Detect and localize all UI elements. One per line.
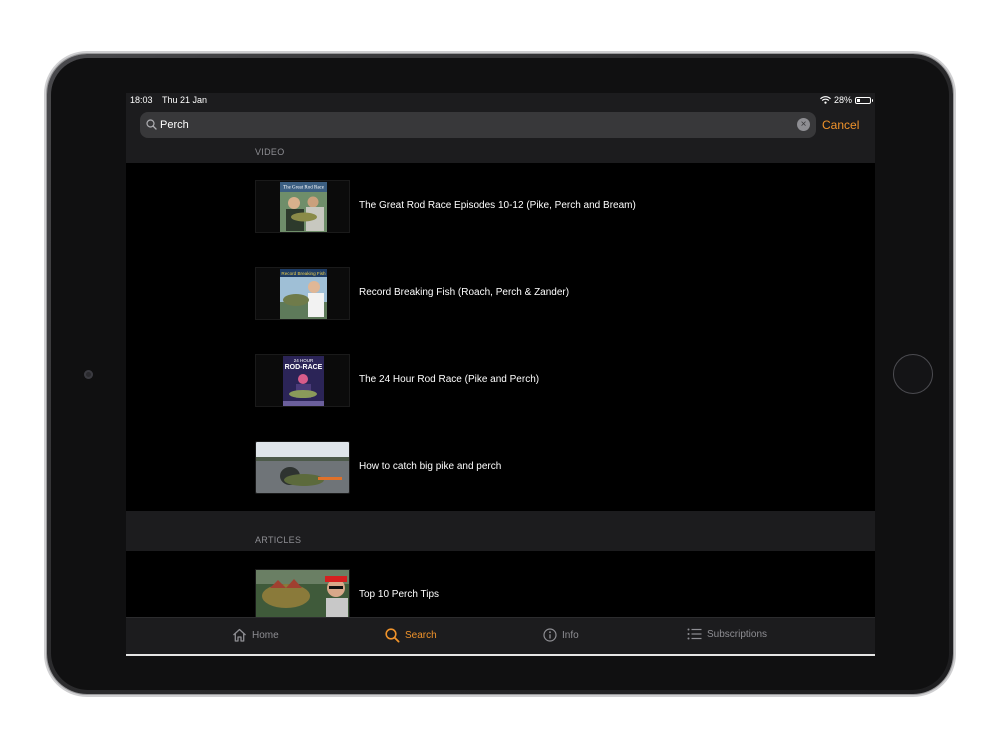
front-camera [84, 370, 93, 379]
tab-label: Info [562, 629, 579, 641]
tab-bar: Home Search Info Subscriptions [126, 617, 875, 654]
tab-label: Subscriptions [707, 628, 768, 640]
status-date: Thu 21 Jan [162, 95, 208, 105]
tab-label: Search [405, 630, 437, 641]
video-thumbnail: The Great Rod Race [255, 180, 350, 233]
status-indicators: 28% [820, 95, 873, 105]
section-header-articles: ARTICLES [126, 511, 875, 551]
section-title: ARTICLES [255, 535, 302, 545]
app-screen: 18:03 Thu 21 Jan 28% × Cancel VID [126, 93, 875, 656]
section-title: VIDEO [255, 147, 285, 157]
thumb-caption: The Great Rod Race [283, 186, 325, 191]
battery-percent: 28% [833, 95, 852, 105]
tab-label: Home [252, 629, 279, 641]
cancel-button[interactable]: Cancel [822, 118, 859, 132]
article-thumbnail [255, 569, 350, 622]
tab-search[interactable]: Search [385, 628, 437, 643]
screen-bottom-edge [126, 654, 875, 656]
section-header-video: VIDEO [126, 143, 875, 163]
video-title: Record Breaking Fish (Roach, Perch & Zan… [359, 287, 570, 298]
info-icon [543, 628, 557, 642]
article-title: Top 10 Perch Tips [359, 589, 440, 600]
status-bar: 18:03 Thu 21 Jan 28% [126, 93, 875, 108]
video-thumbnail: Record Breaking Fish [255, 267, 350, 320]
search-input[interactable] [160, 115, 780, 135]
thumb-caption-top: 24 HOUR [294, 358, 314, 363]
video-thumbnail: 24 HOUR ROD-RACE [255, 354, 350, 407]
battery-icon [855, 96, 873, 104]
thumb-caption-main: ROD-RACE [285, 364, 323, 371]
list-item[interactable]: 24 HOUR ROD-RACE The 24 Hour Rod Race (P… [126, 354, 875, 441]
list-item[interactable]: Record Breaking Fish Record Breaking Fis… [126, 267, 875, 354]
tab-home[interactable]: Home [232, 628, 279, 642]
list-icon [687, 628, 702, 640]
wifi-icon [820, 96, 831, 104]
list-item[interactable]: The Great Rod Race The Great Rod Race Ep… [126, 180, 875, 267]
search-icon [146, 119, 157, 130]
search-icon [385, 628, 400, 643]
video-title: The 24 Hour Rod Race (Pike and Perch) [359, 374, 540, 385]
clear-search-icon[interactable]: × [797, 118, 810, 131]
battery-level [857, 98, 861, 102]
video-thumbnail [255, 441, 350, 494]
tab-subscriptions[interactable]: Subscriptions [687, 628, 767, 640]
thumb-caption: Record Breaking Fish [281, 271, 326, 276]
video-title: The Great Rod Race Episodes 10-12 (Pike,… [359, 200, 636, 211]
video-title: How to catch big pike and perch [359, 461, 502, 472]
home-button[interactable] [893, 354, 933, 394]
search-field[interactable]: × [140, 112, 816, 138]
tab-info[interactable]: Info [543, 628, 579, 642]
house-icon [233, 628, 246, 642]
status-time: 18:03 [130, 95, 153, 105]
search-header: × Cancel [126, 108, 875, 143]
